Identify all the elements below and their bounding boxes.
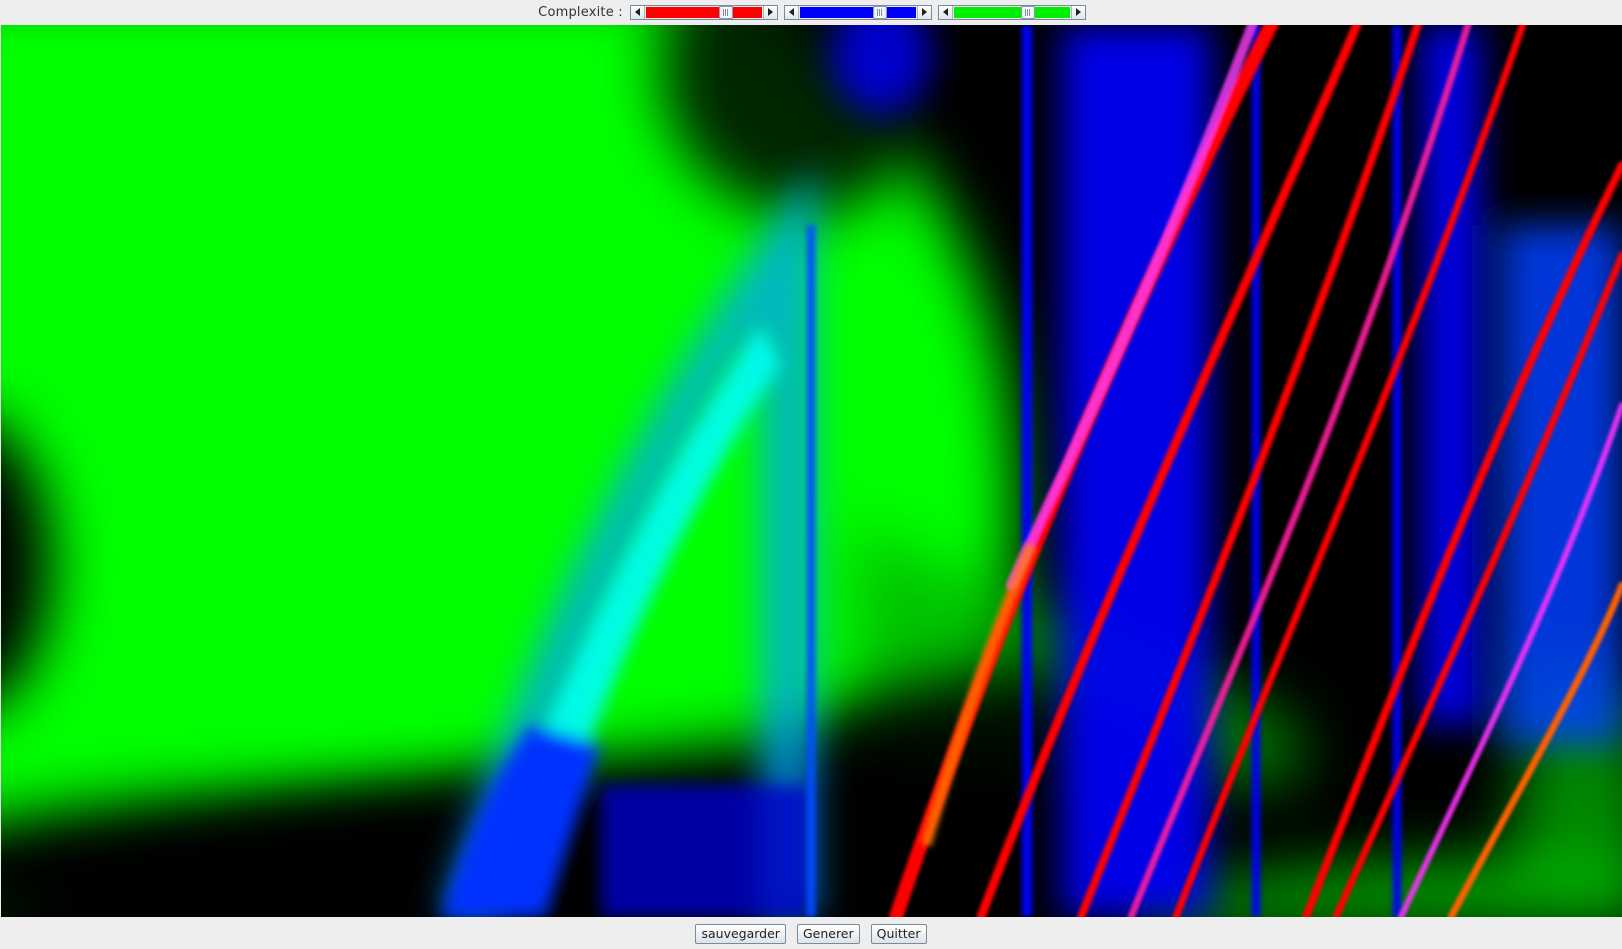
green-complexity-slider[interactable] xyxy=(937,4,1086,20)
quit-button[interactable]: Quitter xyxy=(870,923,927,944)
grip-line xyxy=(879,8,881,16)
scroll-right-arrow-icon[interactable] xyxy=(762,5,777,19)
top-toolbar: Complexite : xyxy=(0,0,1622,24)
slider-thumb[interactable] xyxy=(872,5,887,19)
grip-line xyxy=(1025,8,1027,16)
grip-line xyxy=(1027,8,1029,16)
slider-track[interactable] xyxy=(645,5,762,19)
slider-thumb[interactable] xyxy=(1020,5,1035,19)
blue-complexity-slider[interactable] xyxy=(783,4,932,20)
complexity-label: Complexite : xyxy=(538,4,623,20)
grip-line xyxy=(881,8,883,16)
red-complexity-slider[interactable] xyxy=(629,4,778,20)
grip-line xyxy=(1029,8,1031,16)
grip-line xyxy=(727,8,729,16)
grip-line xyxy=(725,8,727,16)
generate-button[interactable]: Generer xyxy=(796,923,860,944)
scroll-left-arrow-icon[interactable] xyxy=(630,5,645,19)
scroll-right-arrow-icon[interactable] xyxy=(1070,5,1085,19)
scroll-right-arrow-icon[interactable] xyxy=(916,5,931,19)
bottom-button-bar: sauvegarder Generer Quitter xyxy=(0,917,1622,949)
slider-track[interactable] xyxy=(799,5,916,19)
slider-track[interactable] xyxy=(953,5,1070,19)
grip-line xyxy=(877,8,879,16)
generated-art xyxy=(1,25,1622,917)
generated-image-canvas xyxy=(1,25,1622,917)
scroll-left-arrow-icon[interactable] xyxy=(938,5,953,19)
grip-line xyxy=(723,8,725,16)
slider-thumb[interactable] xyxy=(718,5,733,19)
save-button[interactable]: sauvegarder xyxy=(695,923,786,944)
scroll-left-arrow-icon[interactable] xyxy=(784,5,799,19)
